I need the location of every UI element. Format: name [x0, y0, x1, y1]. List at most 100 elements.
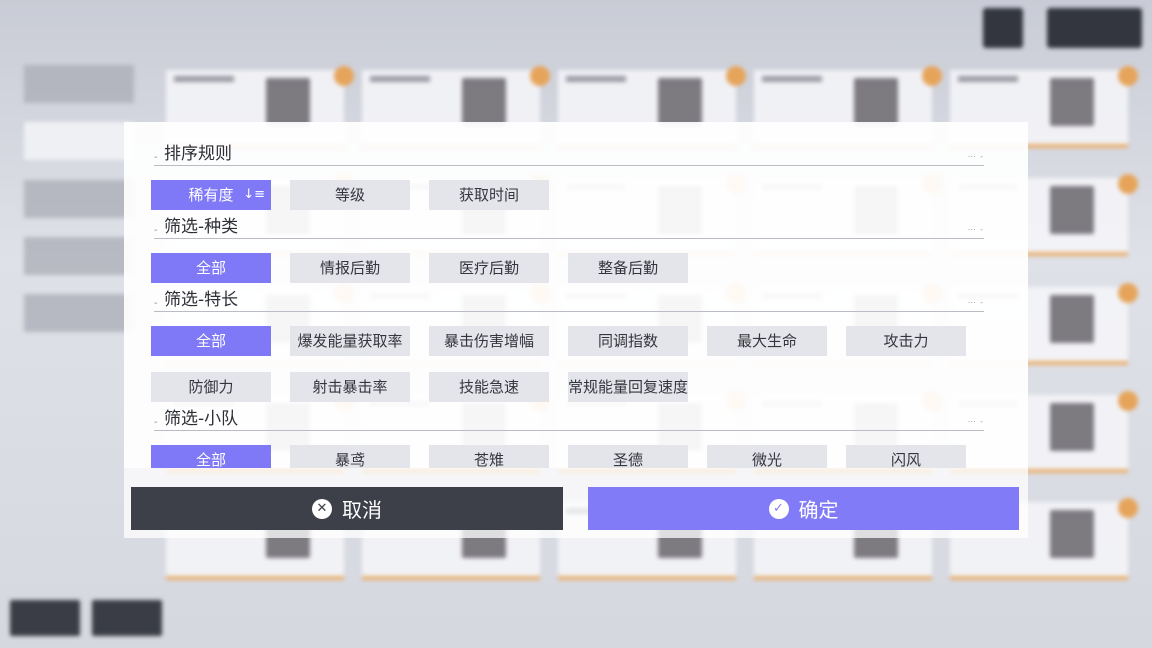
option-button[interactable]: 射击暴击率: [290, 372, 410, 402]
section-dash: -: [154, 298, 158, 309]
option-label: 暴击伤害增幅: [443, 332, 534, 350]
card-tag: [370, 76, 430, 82]
option-button[interactable]: 技能急速: [429, 372, 549, 402]
option-label: 全部: [195, 259, 226, 277]
home-button[interactable]: [983, 8, 1023, 48]
character-portrait: [462, 78, 506, 126]
confirm-label: 确定: [798, 498, 839, 522]
option-button[interactable]: 闪风: [846, 445, 966, 468]
rarity-badge-icon: [1118, 66, 1138, 86]
option-label: 等级: [334, 186, 365, 204]
option-button[interactable]: 攻击力: [846, 326, 966, 356]
rarity-badge-icon: [1118, 283, 1138, 303]
option-button[interactable]: 同调指数: [568, 326, 688, 356]
section-title: 筛选-小队: [164, 409, 239, 429]
section-deco-icon: ⋯ -: [967, 417, 984, 426]
option-button[interactable]: 圣德: [568, 445, 688, 468]
option-label: 技能急速: [458, 378, 519, 396]
confirm-button[interactable]: ✓ 确定: [588, 487, 1019, 530]
rarity-badge-icon: [1118, 174, 1138, 194]
section-header: - 筛选-小队 ⋯ -: [154, 409, 984, 431]
sidebar-item-2[interactable]: [24, 122, 134, 160]
option-button[interactable]: 最大生命: [707, 326, 827, 356]
section-deco-icon: ⋯ -: [967, 225, 984, 234]
back-button[interactable]: [1047, 8, 1142, 48]
rarity-badge-icon: [1118, 391, 1138, 411]
sort-order-icon[interactable]: ↓≡: [243, 180, 265, 210]
character-portrait: [1050, 295, 1094, 343]
option-label: 暴鸢: [334, 451, 365, 468]
card-tag: [566, 76, 626, 82]
sidebar-item-3[interactable]: [24, 180, 134, 218]
option-label: 稀有度: [188, 186, 234, 204]
bottom-recycle-button[interactable]: [92, 600, 162, 636]
sidebar-item-4[interactable]: [24, 237, 134, 275]
option-button[interactable]: 暴击伤害增幅: [429, 326, 549, 356]
option-button[interactable]: 稀有度 ↓≡: [151, 180, 271, 210]
section-title: 筛选-特长: [164, 290, 239, 310]
character-portrait: [854, 78, 898, 126]
character-portrait: [658, 78, 702, 126]
option-label: 攻击力: [883, 332, 929, 350]
character-portrait: [1050, 510, 1094, 558]
character-portrait: [1050, 403, 1094, 451]
rarity-badge-icon: [334, 66, 354, 86]
option-button[interactable]: 整备后勤: [568, 253, 688, 283]
option-button[interactable]: 苍雉: [429, 445, 549, 468]
option-label: 整备后勤: [597, 259, 658, 277]
character-portrait: [266, 78, 310, 126]
section-header: - 筛选-种类 ⋯ -: [154, 217, 984, 239]
section-dash: -: [154, 152, 158, 163]
rarity-badge-icon: [1118, 498, 1138, 518]
section-dash: -: [154, 417, 158, 428]
option-label: 爆发能量获取率: [297, 332, 403, 350]
card-tag: [958, 76, 1018, 82]
option-button[interactable]: 获取时间: [429, 180, 549, 210]
section-title: 筛选-种类: [164, 217, 239, 237]
section-title: 排序规则: [164, 144, 232, 164]
option-label: 射击暴击率: [312, 378, 388, 396]
character-portrait: [1050, 186, 1094, 234]
rarity-badge-icon: [922, 66, 942, 86]
rarity-badge-icon: [726, 66, 746, 86]
option-button[interactable]: 等级: [290, 180, 410, 210]
option-button[interactable]: 情报后勤: [290, 253, 410, 283]
option-button[interactable]: 常规能量回复速度: [568, 372, 688, 402]
rarity-badge-icon: [530, 66, 550, 86]
sidebar-item-5[interactable]: [24, 294, 134, 332]
character-portrait: [1050, 78, 1094, 126]
option-label: 苍雉: [473, 451, 504, 468]
section-header: - 筛选-特长 ⋯ -: [154, 290, 984, 312]
card-tag: [174, 76, 234, 82]
option-label: 闪风: [890, 451, 921, 468]
option-label: 最大生命: [736, 332, 797, 350]
option-label: 情报后勤: [319, 259, 380, 277]
sidebar-item-1[interactable]: [24, 65, 134, 103]
cancel-label: 取消: [342, 498, 382, 522]
option-label: 同调指数: [597, 332, 658, 350]
close-circle-icon: ✕: [312, 498, 332, 519]
option-label: 全部: [195, 451, 226, 468]
option-button[interactable]: 暴鸢: [290, 445, 410, 468]
cancel-button[interactable]: ✕ 取消: [131, 487, 563, 530]
bottom-left-button[interactable]: [10, 600, 80, 636]
option-label: 获取时间: [458, 186, 519, 204]
sort-filter-dialog: - 排序规则 ⋯ - 稀有度 ↓≡ 等级 获取时间 - 筛选-种类 ⋯ - 全部 情报后勤 医疗后勤 整备…: [124, 122, 1028, 468]
option-label: 医疗后勤: [458, 259, 519, 277]
option-button[interactable]: 全部: [151, 326, 271, 356]
card-tag: [762, 76, 822, 82]
option-button[interactable]: 医疗后勤: [429, 253, 549, 283]
option-button[interactable]: 防御力: [151, 372, 271, 402]
option-button[interactable]: 微光: [707, 445, 827, 468]
option-button[interactable]: 全部: [151, 253, 271, 283]
option-button[interactable]: 爆发能量获取率: [290, 326, 410, 356]
option-label: 常规能量回复速度: [568, 378, 688, 396]
option-label: 全部: [195, 332, 226, 350]
option-label: 微光: [751, 451, 782, 468]
section-deco-icon: ⋯ -: [967, 152, 984, 161]
section-header: - 排序规则 ⋯ -: [154, 144, 984, 166]
section-dash: -: [154, 225, 158, 236]
option-button[interactable]: 全部: [151, 445, 271, 468]
check-circle-icon: ✓: [768, 498, 789, 519]
option-label: 圣德: [612, 451, 643, 468]
